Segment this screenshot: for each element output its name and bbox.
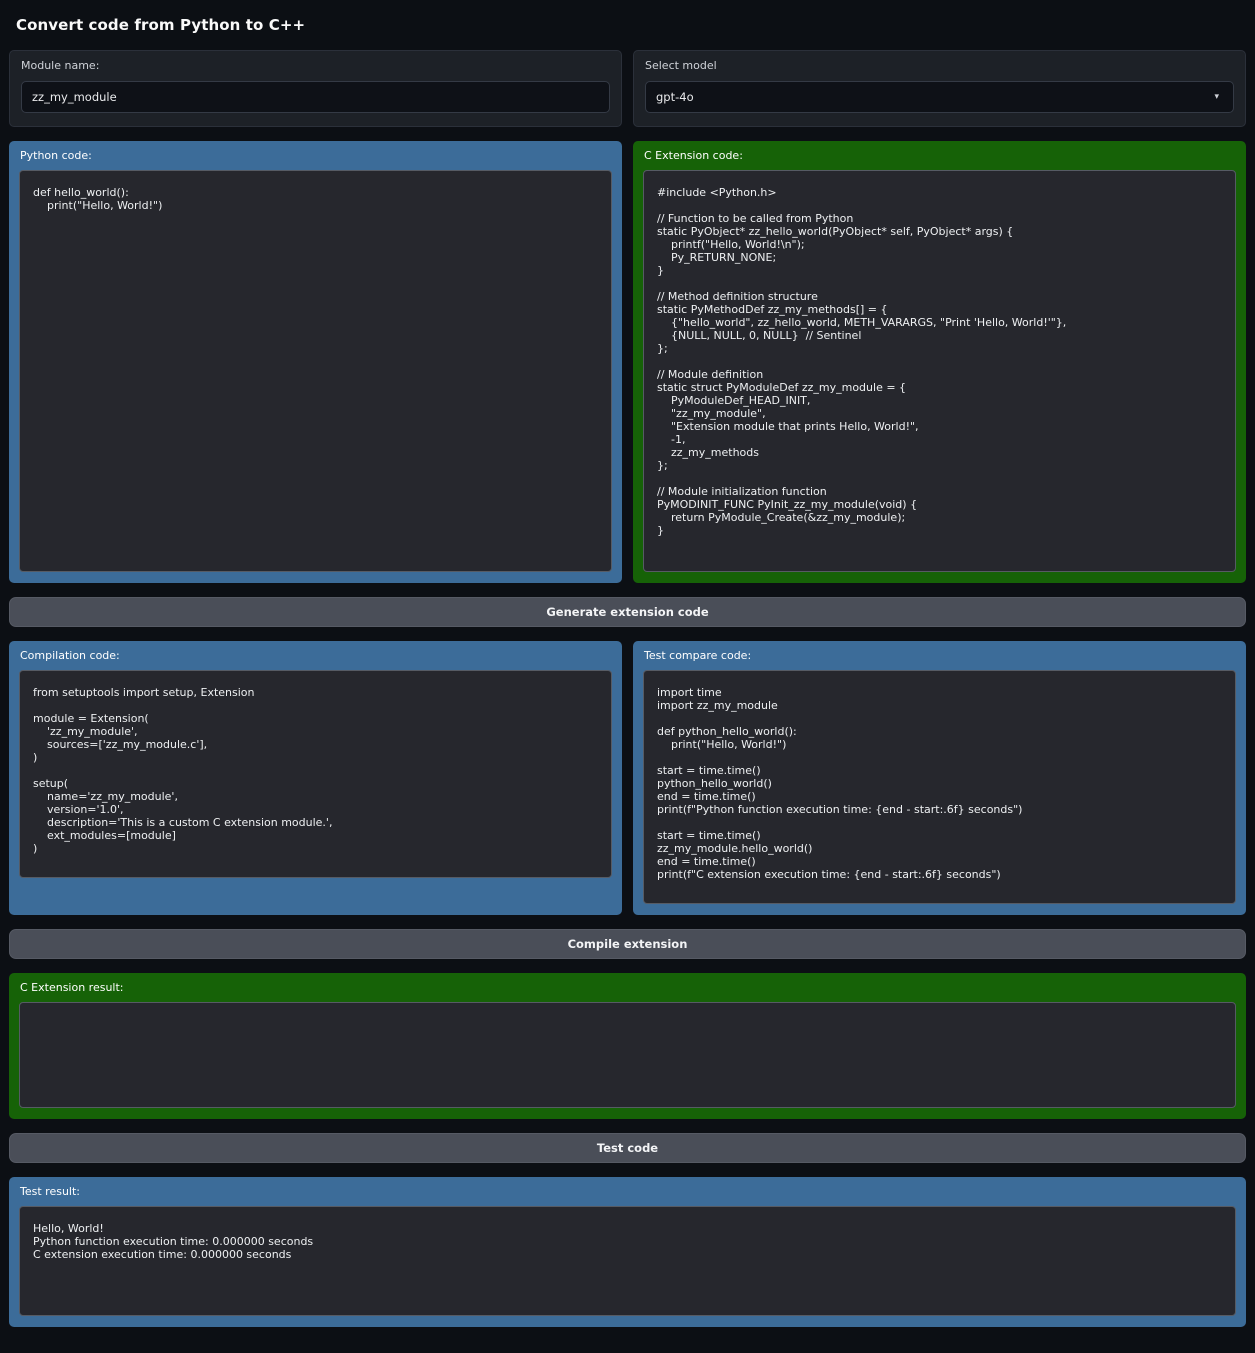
module-name-input[interactable]	[21, 81, 610, 113]
c-extension-code-textarea[interactable]: #include <Python.h> // Function to be ca…	[643, 170, 1236, 572]
compile-extension-button[interactable]: Compile extension	[9, 929, 1246, 959]
module-name-label: Module name:	[21, 59, 610, 72]
test-code-button[interactable]: Test code	[9, 1133, 1246, 1163]
compilation-code-textarea[interactable]: from setuptools import setup, Extension …	[19, 670, 612, 878]
model-select-panel: Select model gpt-4o ▾	[633, 50, 1246, 127]
module-name-panel: Module name:	[9, 50, 622, 127]
test-result-textarea[interactable]: Hello, World! Python function execution …	[19, 1206, 1236, 1316]
compilation-code-label: Compilation code:	[20, 649, 612, 662]
c-extension-result-textarea[interactable]	[19, 1002, 1236, 1108]
python-code-panel: Python code: def hello_world(): print("H…	[9, 141, 622, 583]
python-code-label: Python code:	[20, 149, 612, 162]
c-extension-code-label: C Extension code:	[644, 149, 1236, 162]
test-compare-code-label: Test compare code:	[644, 649, 1236, 662]
c-extension-code-panel: C Extension code: #include <Python.h> //…	[633, 141, 1246, 583]
model-select-dropdown[interactable]: gpt-4o ▾	[645, 81, 1234, 113]
compilation-code-panel: Compilation code: from setuptools import…	[9, 641, 622, 915]
test-compare-code-panel: Test compare code: import time import zz…	[633, 641, 1246, 915]
test-result-label: Test result:	[20, 1185, 1236, 1198]
settings-row: Module name: Select model gpt-4o ▾	[9, 50, 1246, 127]
model-select-label: Select model	[645, 59, 1234, 72]
code-row-1: Python code: def hello_world(): print("H…	[9, 141, 1246, 583]
generate-extension-code-button[interactable]: Generate extension code	[9, 597, 1246, 627]
c-extension-result-panel: C Extension result:	[9, 973, 1246, 1119]
code-row-2: Compilation code: from setuptools import…	[9, 641, 1246, 915]
app-root: Convert code from Python to C++ Module n…	[0, 0, 1255, 1353]
page-title: Convert code from Python to C++	[16, 16, 1246, 34]
python-code-textarea[interactable]: def hello_world(): print("Hello, World!"…	[19, 170, 612, 572]
model-select-value: gpt-4o	[656, 90, 694, 104]
test-result-panel: Test result: Hello, World! Python functi…	[9, 1177, 1246, 1327]
chevron-down-icon: ▾	[1214, 92, 1219, 102]
c-extension-result-label: C Extension result:	[20, 981, 1236, 994]
test-compare-code-textarea[interactable]: import time import zz_my_module def pyth…	[643, 670, 1236, 904]
